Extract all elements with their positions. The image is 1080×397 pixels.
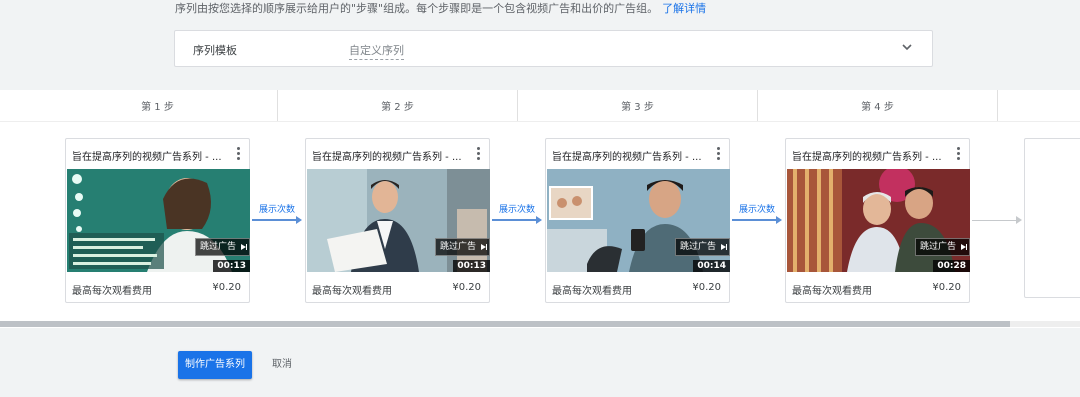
video-frame-image bbox=[547, 169, 730, 272]
header-divider bbox=[0, 121, 1080, 122]
video-duration: 00:14 bbox=[693, 260, 730, 272]
sequence-template-value: 自定义序列 bbox=[349, 42, 404, 60]
cancel-button[interactable]: 取消 bbox=[272, 351, 292, 379]
step-header-1: 第 1 步 bbox=[38, 90, 278, 122]
max-cpv-label: 最高每次观看费用 bbox=[792, 286, 872, 297]
max-cpv-value: ¥0.20 bbox=[692, 282, 721, 293]
intro-text: 序列由按您选择的顺序展示给用户的"步骤"组成。每个步骤即是一个包含视频广告和出价… bbox=[175, 0, 706, 16]
chevron-down-icon bbox=[902, 44, 912, 51]
max-cpv-value: ¥0.20 bbox=[932, 282, 961, 293]
step-card-2[interactable]: 旨在提高序列的视频广告系列 - ... 跳过广告 00:13 最高每次观看费用 … bbox=[305, 138, 490, 303]
sequence-template-select[interactable]: 序列模板 自定义序列 bbox=[174, 30, 933, 67]
connector-label: 展示次数 bbox=[739, 205, 776, 215]
video-thumbnail[interactable]: 跳过广告 00:13 bbox=[67, 169, 250, 272]
video-thumbnail[interactable]: 跳过广告 00:28 bbox=[787, 169, 970, 272]
connector-3-4: 展示次数 bbox=[732, 205, 782, 227]
scrollbar-thumb[interactable] bbox=[0, 321, 1010, 327]
connector-4-next bbox=[972, 215, 1022, 227]
connector-label: 展示次数 bbox=[499, 205, 536, 215]
step-header-4: 第 4 步 bbox=[758, 90, 998, 122]
ad-title: 旨在提高序列的视频广告系列 - ... bbox=[792, 152, 942, 163]
learn-more-link[interactable]: 了解详情 bbox=[662, 2, 706, 15]
sequence-canvas: 第 1 步 第 2 步 第 3 步 第 4 步 旨在提高序列的视频广告系列 - … bbox=[0, 90, 1080, 328]
video-duration: 00:28 bbox=[933, 260, 970, 272]
connector-label: 展示次数 bbox=[259, 205, 296, 215]
more-vert-icon[interactable] bbox=[477, 147, 481, 161]
sequence-template-label: 序列模板 bbox=[193, 44, 237, 57]
add-step-card[interactable] bbox=[1024, 138, 1080, 298]
more-vert-icon[interactable] bbox=[717, 147, 721, 161]
connector-2-3: 展示次数 bbox=[492, 205, 542, 227]
skip-ad-badge: 跳过广告 bbox=[915, 238, 970, 256]
video-duration: 00:13 bbox=[213, 260, 250, 272]
horizontal-scrollbar[interactable] bbox=[0, 321, 1080, 327]
arrow-right-icon bbox=[536, 216, 542, 224]
max-cpv-label: 最高每次观看费用 bbox=[312, 286, 392, 297]
ad-title: 旨在提高序列的视频广告系列 - ... bbox=[72, 152, 222, 163]
video-frame-image bbox=[307, 169, 490, 272]
step-header-3: 第 3 步 bbox=[518, 90, 758, 122]
video-thumbnail[interactable]: 跳过广告 00:14 bbox=[547, 169, 730, 272]
more-vert-icon[interactable] bbox=[957, 147, 961, 161]
max-cpv-label: 最高每次观看费用 bbox=[72, 286, 152, 297]
video-duration: 00:13 bbox=[453, 260, 490, 272]
step-card-3[interactable]: 旨在提高序列的视频广告系列 - ... 跳过广告 00:14 最高每次观看费用 … bbox=[545, 138, 730, 303]
max-cpv-label: 最高每次观看费用 bbox=[552, 286, 632, 297]
max-cpv-value: ¥0.20 bbox=[452, 282, 481, 293]
skip-ad-badge: 跳过广告 bbox=[435, 238, 490, 256]
video-frame-image bbox=[787, 169, 970, 272]
arrow-right-icon bbox=[296, 216, 302, 224]
skip-ad-badge: 跳过广告 bbox=[195, 238, 250, 256]
arrow-right-icon bbox=[1016, 216, 1022, 224]
connector-1-2: 展示次数 bbox=[252, 205, 302, 227]
max-cpv-value: ¥0.20 bbox=[212, 282, 241, 293]
arrow-right-icon bbox=[776, 216, 782, 224]
step-card-4[interactable]: 旨在提高序列的视频广告系列 - ... 跳过广告 00:28 最高每次观看费用 … bbox=[785, 138, 970, 303]
ad-title: 旨在提高序列的视频广告系列 - ... bbox=[552, 152, 702, 163]
video-thumbnail[interactable]: 跳过广告 00:13 bbox=[307, 169, 490, 272]
more-vert-icon[interactable] bbox=[237, 147, 241, 161]
intro-description: 序列由按您选择的顺序展示给用户的"步骤"组成。每个步骤即是一个包含视频广告和出价… bbox=[175, 2, 659, 15]
step-header-2: 第 2 步 bbox=[278, 90, 518, 122]
skip-ad-badge: 跳过广告 bbox=[675, 238, 730, 256]
create-campaign-button[interactable]: 制作广告系列 bbox=[178, 351, 252, 379]
video-frame-image bbox=[67, 169, 250, 272]
step-card-1[interactable]: 旨在提高序列的视频广告系列 - ... 跳过广告 00:13 最高每次观看费用 … bbox=[65, 138, 250, 303]
ad-title: 旨在提高序列的视频广告系列 - ... bbox=[312, 152, 462, 163]
